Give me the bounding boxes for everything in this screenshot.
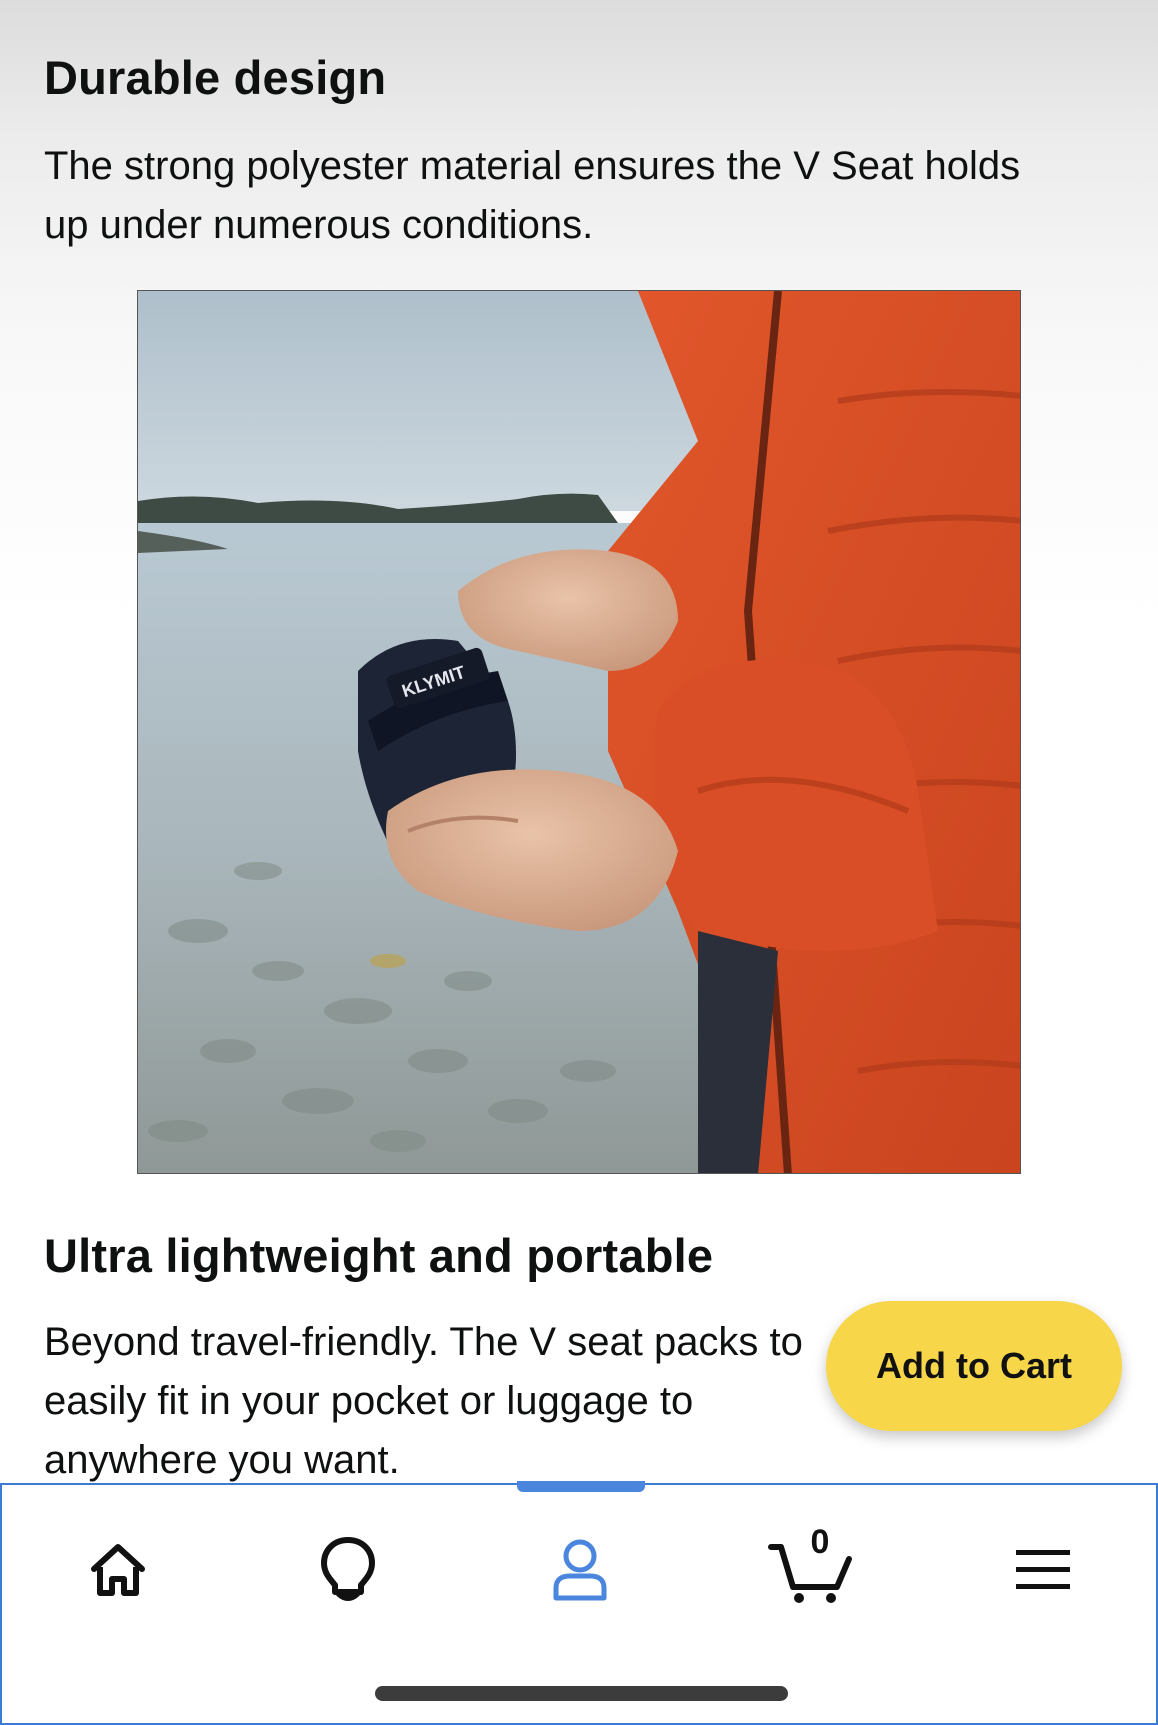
section-title-lightweight-portable: Ultra lightweight and portable <box>44 1229 714 1282</box>
hamburger-menu-icon <box>1016 1550 1070 1589</box>
person-icon <box>553 1539 607 1601</box>
cart-count-badge: 0 <box>810 1523 830 1561</box>
nav-home-button[interactable] <box>58 1515 178 1625</box>
home-indicator[interactable] <box>375 1686 788 1701</box>
lightbulb-icon <box>321 1537 375 1601</box>
section-title-durable-design: Durable design <box>44 51 387 104</box>
section-body-durable-design: The strong polyester material ensures th… <box>44 144 1021 247</box>
section-body-lightweight-portable: Beyond travel-friendly. The V seat packs… <box>44 1320 803 1482</box>
active-tab-indicator <box>517 1481 645 1492</box>
bottom-navigation-bar: 0 <box>0 1481 1158 1725</box>
nav-inspire-button[interactable] <box>288 1515 408 1625</box>
nav-menu-button[interactable] <box>983 1515 1103 1625</box>
home-icon <box>91 1544 145 1596</box>
nav-account-button[interactable] <box>520 1515 640 1625</box>
add-to-cart-button[interactable]: Add to Cart <box>826 1301 1122 1431</box>
product-photo: KLYMIT <box>137 290 1021 1174</box>
nav-cart-button[interactable]: 0 <box>750 1515 870 1625</box>
